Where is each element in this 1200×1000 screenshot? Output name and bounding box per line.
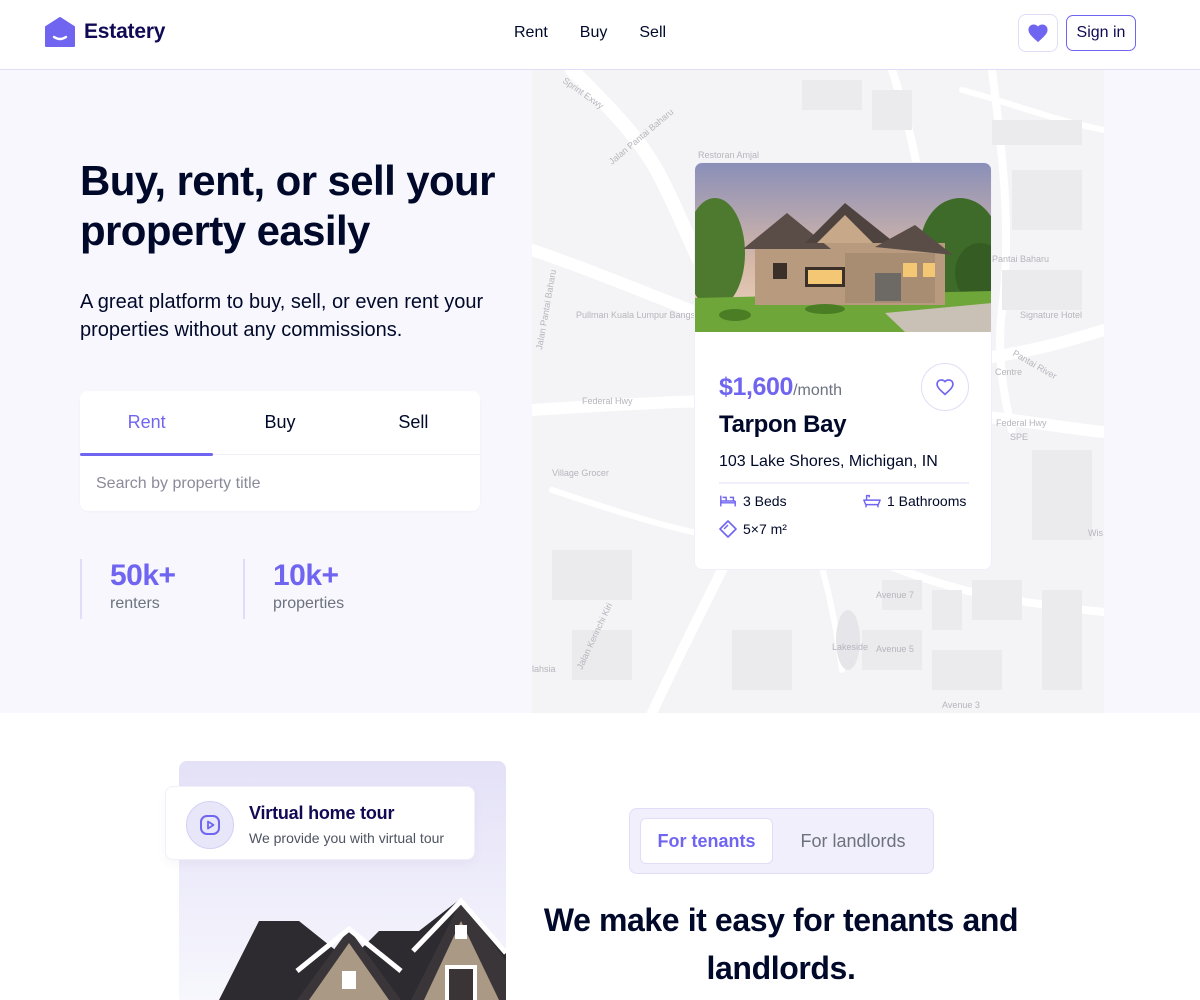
logo-house-icon bbox=[45, 17, 75, 47]
top-navbar: Estatery Rent Buy Sell Sign in bbox=[0, 0, 1200, 70]
stat-renters: 50k+ renters bbox=[80, 559, 243, 619]
stats-row: 50k+ renters 10k+ properties bbox=[80, 559, 406, 619]
property-favorite-button[interactable] bbox=[921, 363, 969, 411]
brand-name: Estatery bbox=[84, 20, 166, 43]
switch-tenants[interactable]: For tenants bbox=[640, 818, 773, 864]
bathtub-icon bbox=[863, 494, 881, 508]
map-label: Federal Hwy bbox=[582, 396, 633, 406]
stat-value: 50k+ bbox=[110, 559, 176, 592]
heart-icon bbox=[1028, 24, 1048, 43]
feature-area-label: 5×7 m² bbox=[743, 521, 787, 537]
virtual-tour-card[interactable]: Virtual home tour We provide you with vi… bbox=[165, 786, 475, 860]
map-label: Pantai Baharu bbox=[992, 254, 1049, 264]
feature-baths-label: 1 Bathrooms bbox=[887, 493, 967, 509]
signin-button[interactable]: Sign in bbox=[1066, 15, 1136, 51]
map-label: Village Grocer bbox=[552, 468, 609, 478]
section-title: We make it easy for tenants and landlord… bbox=[543, 902, 1019, 986]
hero-title: Buy, rent, or sell your property easily bbox=[80, 157, 495, 254]
nav-link-rent[interactable]: Rent bbox=[514, 24, 548, 42]
map-label: SPE bbox=[1010, 432, 1028, 442]
search-card: Rent Buy Sell bbox=[80, 391, 480, 511]
price-period: /month bbox=[793, 382, 842, 399]
property-address: 103 Lake Shores, Michigan, IN bbox=[719, 453, 938, 470]
map-label: Signature Hotel bbox=[1020, 310, 1082, 320]
switch-landlords[interactable]: For landlords bbox=[782, 818, 924, 864]
map-label: Avenue 5 bbox=[876, 644, 914, 654]
brand-logo[interactable]: Estatery bbox=[44, 16, 165, 48]
nav-link-buy[interactable]: Buy bbox=[580, 24, 608, 42]
stat-properties: 10k+ properties bbox=[243, 559, 406, 619]
price-row: $1,600 /month bbox=[719, 373, 842, 402]
tour-subtitle: We provide you with virtual tour bbox=[249, 830, 445, 846]
map-label: Wis bbox=[1088, 528, 1103, 538]
stat-value: 10k+ bbox=[273, 559, 339, 592]
tour-icon-wrap bbox=[186, 801, 234, 849]
hero-section: Sprint Exwy Jalan Pantai Baharu Restoran… bbox=[0, 70, 1200, 713]
audience-switch: For tenants For landlords bbox=[629, 808, 934, 874]
property-card[interactable]: $1,600 /month Tarpon Bay 103 Lake Shores… bbox=[694, 162, 992, 570]
hero-subtitle: A great platform to buy, sell, or even r… bbox=[80, 291, 484, 341]
feature-beds: 3 Beds bbox=[719, 493, 787, 509]
main-nav: Rent Buy Sell bbox=[514, 24, 666, 42]
area-icon bbox=[719, 520, 737, 538]
map-label: Federal Hwy bbox=[996, 418, 1047, 428]
heart-outline-icon bbox=[936, 379, 954, 396]
feature-beds-label: 3 Beds bbox=[743, 493, 787, 509]
map-label: lahsia bbox=[532, 664, 556, 674]
property-photo bbox=[695, 163, 991, 332]
map-label: Centre bbox=[995, 367, 1022, 377]
tour-title: Virtual home tour bbox=[249, 803, 395, 823]
card-divider bbox=[719, 482, 969, 484]
property-price: $1,600 bbox=[719, 373, 794, 401]
play-icon bbox=[200, 815, 220, 835]
nav-link-sell[interactable]: Sell bbox=[639, 24, 666, 42]
tab-buy[interactable]: Buy bbox=[213, 391, 346, 454]
map-label: Restoran Amjal bbox=[698, 150, 759, 160]
map-label: Avenue 3 bbox=[942, 700, 980, 710]
search-input[interactable] bbox=[80, 457, 480, 511]
bed-icon bbox=[720, 495, 736, 507]
tab-sell[interactable]: Sell bbox=[347, 391, 480, 454]
search-tabs: Rent Buy Sell bbox=[80, 391, 480, 456]
favorites-button[interactable] bbox=[1018, 14, 1058, 52]
tab-rent[interactable]: Rent bbox=[80, 391, 214, 456]
property-name: Tarpon Bay bbox=[719, 411, 847, 438]
feature-area: 5×7 m² bbox=[719, 520, 787, 538]
stat-label: properties bbox=[273, 595, 345, 612]
map-label: Avenue 7 bbox=[876, 590, 914, 600]
map-label: Lakeside bbox=[832, 642, 868, 652]
stat-label: renters bbox=[110, 595, 160, 612]
feature-baths: 1 Bathrooms bbox=[863, 493, 966, 509]
